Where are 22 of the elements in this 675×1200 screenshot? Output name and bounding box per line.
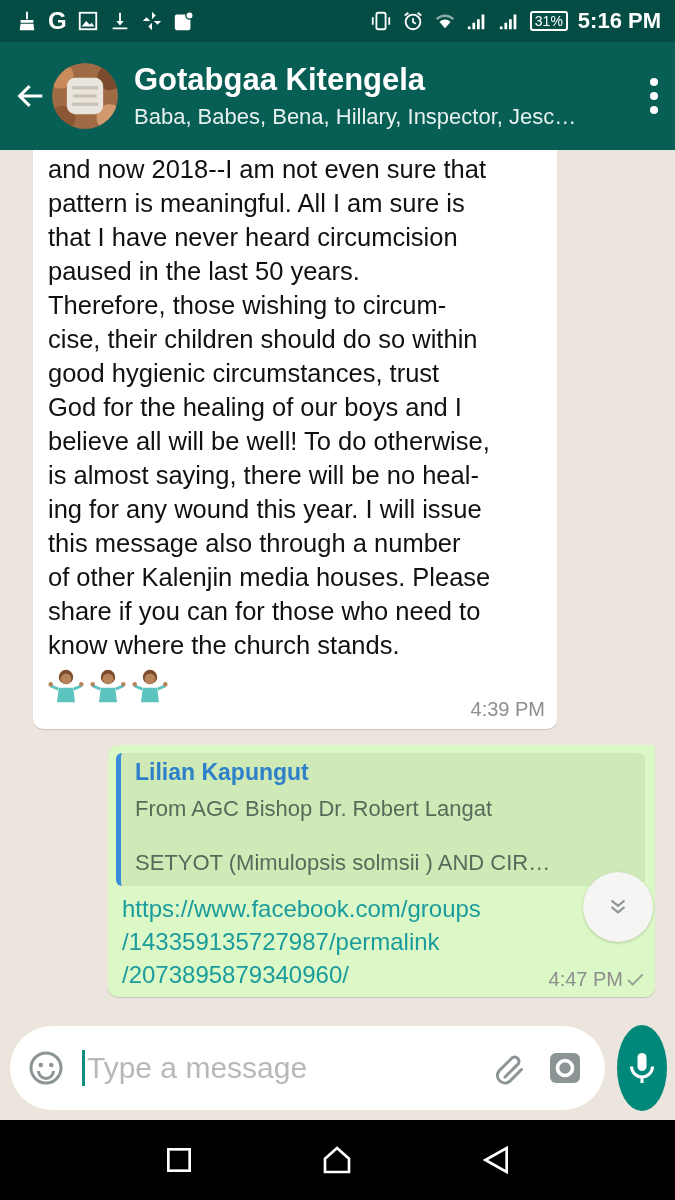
group-members: Baba, Babes, Bena, Hillary, Inspector, Jesc… bbox=[134, 104, 578, 130]
more-options-icon[interactable] bbox=[649, 76, 659, 116]
group-name[interactable]: Gotabgaa Kitengela bbox=[134, 62, 649, 98]
smiley-icon[interactable] bbox=[28, 1049, 64, 1086]
message-time: 4:39 PM bbox=[470, 698, 545, 721]
message-text: and now 2018--I am not even sure that pattern is meaningful. All I am sure is that I have never heard circumcision paused in the last 50 years. Therefore, those wishing to circum- cise, their children should do so within good hygienic circumstances, trust God for the healing of our boys and I believe all will be well! To do otherwise, is almost saying, there will be no heal- ing for any wound this year. I will issue this message also through a number of other Kalenjin media houses. Please share if you can for those who need to know where the church stands. bbox=[48, 154, 492, 661]
quote-text: From AGC Bishop Dr. Robert Langat bbox=[135, 795, 494, 823]
shrugging-figure-icon bbox=[132, 668, 168, 704]
shrugging-figure-icon bbox=[90, 668, 126, 704]
message-time: 4:47 PM bbox=[548, 968, 623, 991]
vibrate-icon bbox=[369, 10, 392, 32]
quoted-message[interactable]: Lilian Kapungut From AGC Bishop Dr. Robert Langat SETYOT (Mimulopsis solmsii ) AND CIR… bbox=[116, 753, 645, 886]
clock: 5:16 PM bbox=[577, 8, 661, 34]
google-notification-icon: G bbox=[48, 7, 67, 35]
battery-indicator: 31% bbox=[529, 11, 568, 31]
shrugging-figure-icon bbox=[48, 668, 84, 704]
pinwheel-icon bbox=[140, 10, 163, 32]
quote-text: SETYOT (Mimulopsis solmsii ) AND CIR… bbox=[135, 849, 552, 877]
link[interactable]: https://www.facebook.com/groups /143359135727987/permalink /2073895879340960/ bbox=[122, 892, 481, 991]
message-field[interactable]: Type a message bbox=[10, 1025, 605, 1110]
image-icon bbox=[76, 10, 99, 32]
quote-author: Lilian Kapungut bbox=[135, 759, 310, 786]
